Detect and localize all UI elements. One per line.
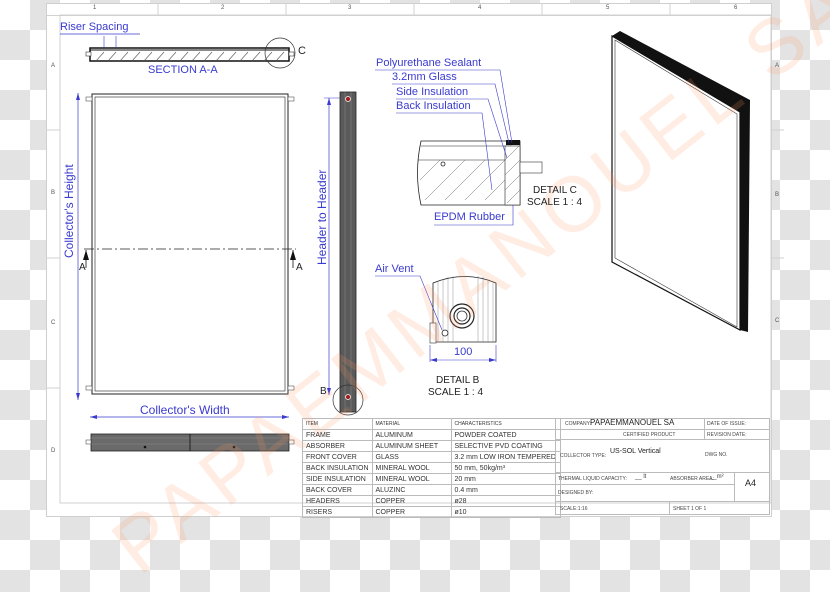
bom-item: HEADERS <box>302 495 373 507</box>
collector-type-label: COLLECTOR TYPE: <box>560 453 607 459</box>
callout-air-vent: Air Vent <box>375 263 414 275</box>
callout-epdm-rubber: EPDM Rubber <box>434 211 505 223</box>
bom-item: FRONT COVER <box>302 451 373 463</box>
bom-header-row: ITEM MATERIAL CHARACTERISTICS <box>302 418 561 430</box>
bom-characteristics: ø28 <box>450 495 561 507</box>
bom-characteristics: 0.4 mm <box>450 484 561 496</box>
scale-label: SCALE:1:16 <box>560 506 588 512</box>
bom-item: BACK INSULATION <box>302 462 373 474</box>
detail-c-title: DETAIL C <box>533 185 577 196</box>
detail-b-title: DETAIL B <box>436 375 480 386</box>
section-marker-left: A <box>79 262 86 273</box>
date-of-issue-label: DATE OF ISSUE: <box>707 421 747 427</box>
bom-material: COPPER <box>371 495 452 507</box>
bom-row: FRONT COVER GLASS 3.2 mm LOW IRON TEMPERED <box>302 451 561 463</box>
bom-header-characteristics: CHARACTERISTICS <box>450 418 561 430</box>
bom-item: BACK COVER <box>302 484 373 496</box>
callout-side-insulation: Side Insulation <box>396 86 469 98</box>
callout-back-insulation: Back Insulation <box>396 100 471 112</box>
bom-material: ALUMINUM SHEET <box>371 440 452 452</box>
detail-c-scale: SCALE 1 : 4 <box>527 197 583 208</box>
bom-characteristics: 20 mm <box>450 473 561 485</box>
front-view-drawing <box>76 93 296 419</box>
bom-row: FRAME ALUMINUM POWDER COATED <box>302 429 561 441</box>
bom-row: SIDE INSULATION MINERAL WOOL 20 mm <box>302 473 561 485</box>
bom-item: RISERS <box>302 506 373 518</box>
bom-item: SIDE INSULATION <box>302 473 373 485</box>
absorber-area-label: ABSORBER AREA: <box>670 476 714 482</box>
thermal-capacity-value: __ lt <box>635 474 647 480</box>
bom-characteristics: 50 mm, 50kg/m³ <box>450 462 561 474</box>
dwg-no-label: DWG NO. <box>705 452 728 458</box>
certified-product-label: CERTIFIED PRODUCT <box>623 432 676 438</box>
company-name: PAPAEMMANOUEL SA <box>590 418 675 427</box>
collector-type-value: US-SOL Vertical <box>610 448 661 455</box>
company-label: COMPANY: <box>565 421 592 427</box>
bom-material: ALUZINC <box>371 484 452 496</box>
bom-characteristics: ø10 <box>450 506 561 518</box>
bom-row: RISERS COPPER ø10 <box>302 506 561 518</box>
detail-b-dimension: 100 <box>454 346 473 358</box>
absorber-area-value: __m² <box>710 474 724 480</box>
section-aa-title: SECTION A-A <box>148 64 218 76</box>
bom-material: MINERAL WOOL <box>371 462 452 474</box>
sheet-label: SHEET 1 OF 1 <box>673 506 707 512</box>
collectors-width-label: Collector's Width <box>140 403 230 417</box>
callout-polyurethane-sealant: Polyurethane Sealant <box>376 57 482 69</box>
riser-spacing-label: Riser Spacing <box>60 21 129 33</box>
detail-c-marker: C <box>298 45 306 57</box>
detail-b-marker: B <box>320 386 327 397</box>
bom-row: BACK COVER ALUZINC 0.4 mm <box>302 484 561 496</box>
bom-row: ABSORBER ALUMINUM SHEET SELECTIVE PVD COAT… <box>302 440 561 452</box>
bom-header-item: ITEM <box>302 418 373 430</box>
bom-material: MINERAL WOOL <box>371 473 452 485</box>
bom-characteristics: SELECTIVE PVD COATING <box>450 440 561 452</box>
bom-item: ABSORBER <box>302 440 373 452</box>
bom-characteristics: 3.2 mm LOW IRON TEMPERED <box>450 451 561 463</box>
thermal-capacity-label: THERMAL LIQUID CAPACITY: <box>558 476 627 482</box>
revision-date-label: REVISION DATE: <box>707 432 747 438</box>
bom-item: FRAME <box>302 429 373 441</box>
detail-b-scale: SCALE 1 : 4 <box>428 387 484 398</box>
bom-row: BACK INSULATION MINERAL WOOL 50 mm, 50kg/m… <box>302 462 561 474</box>
header-to-header-label: Header to Header <box>315 169 329 265</box>
bom-material: COPPER <box>371 506 452 518</box>
section-aa-drawing <box>60 33 296 69</box>
bom-material: GLASS <box>371 451 452 463</box>
bom-characteristics: POWDER COATED <box>450 429 561 441</box>
bom-header-material: MATERIAL <box>371 418 452 430</box>
title-block: COMPANY: PAPAEMMANOUEL SA DATE OF ISSUE:… <box>555 418 770 515</box>
bom-material: ALUMINUM <box>371 429 452 441</box>
bom-row: HEADERS COPPER ø28 <box>302 495 561 507</box>
designed-by-label: DESIGNED BY: <box>558 490 594 496</box>
paper-size: A4 <box>745 478 757 488</box>
section-marker-right: A <box>296 262 303 273</box>
callout-glass: 3.2mm Glass <box>392 71 457 83</box>
bill-of-materials: ITEM MATERIAL CHARACTERISTICS FRAME ALUMI… <box>302 418 561 518</box>
collectors-height-label: Collector's Height <box>62 164 76 258</box>
